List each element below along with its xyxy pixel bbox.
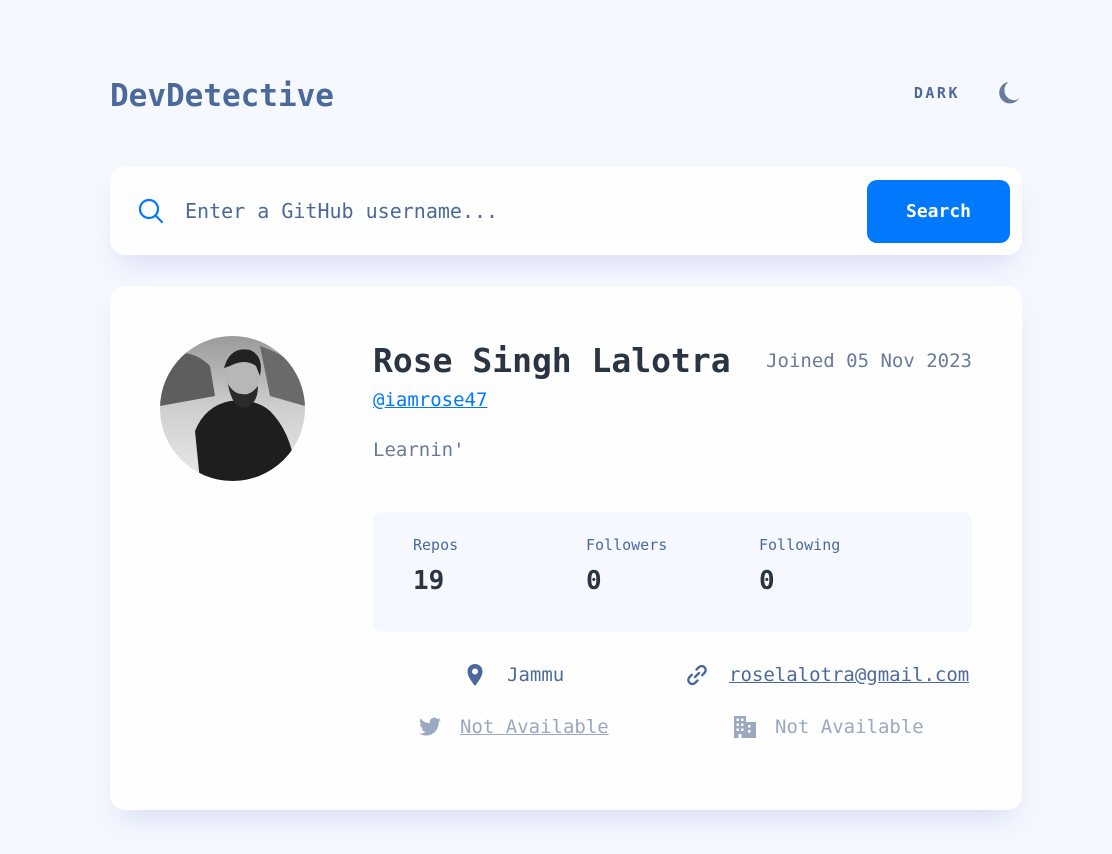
stat-followers: Followers 0: [586, 536, 667, 596]
profile-name: Rose Singh Lalotra: [373, 341, 731, 380]
location-item: Jammu: [463, 663, 564, 687]
stat-label: Repos: [413, 536, 459, 554]
profile-login-link[interactable]: @iamrose47: [373, 389, 487, 411]
search-button[interactable]: Search: [867, 180, 1010, 243]
profile-bio: Learnin': [373, 439, 465, 461]
stat-label: Followers: [586, 536, 668, 554]
website-link[interactable]: roselalotra@gmail.com: [729, 664, 969, 686]
location-pin-icon: [467, 664, 483, 686]
search-input[interactable]: [185, 191, 845, 231]
stat-label: Following: [759, 536, 841, 554]
moon-icon[interactable]: [996, 80, 1022, 106]
theme-toggle[interactable]: DARK: [914, 80, 1022, 106]
app-logo: DevDetective: [110, 78, 334, 114]
building-icon: [734, 716, 756, 738]
search-icon: [138, 198, 164, 224]
link-icon: [687, 664, 707, 686]
location-text: Jammu: [507, 664, 565, 686]
profile-card: Rose Singh Lalotra Joined 05 Nov 2023 @i…: [110, 286, 1022, 810]
twitter-text[interactable]: Not Available: [460, 716, 609, 738]
twitter-icon: [419, 717, 441, 736]
theme-toggle-label[interactable]: DARK: [914, 84, 960, 102]
company-item: Not Available: [733, 715, 924, 739]
stat-repos: Repos 19: [413, 536, 458, 596]
stat-value: 19: [413, 566, 445, 596]
profile-links: Jammu roselalotra@gmail.com Not Availabl…: [373, 664, 972, 771]
stat-following: Following 0: [759, 536, 840, 596]
twitter-item: Not Available: [418, 715, 609, 739]
joined-date: Joined 05 Nov 2023: [766, 350, 972, 372]
website-item: roselalotra@gmail.com: [685, 663, 969, 687]
header: DevDetective DARK: [110, 78, 1022, 118]
search-bar: Search: [110, 167, 1022, 255]
avatar-image: [160, 336, 305, 481]
stat-value: 0: [759, 566, 775, 596]
company-text: Not Available: [775, 716, 924, 738]
avatar: [160, 336, 305, 481]
stats-panel: Repos 19 Followers 0 Following 0: [373, 512, 972, 632]
stat-value: 0: [586, 566, 602, 596]
